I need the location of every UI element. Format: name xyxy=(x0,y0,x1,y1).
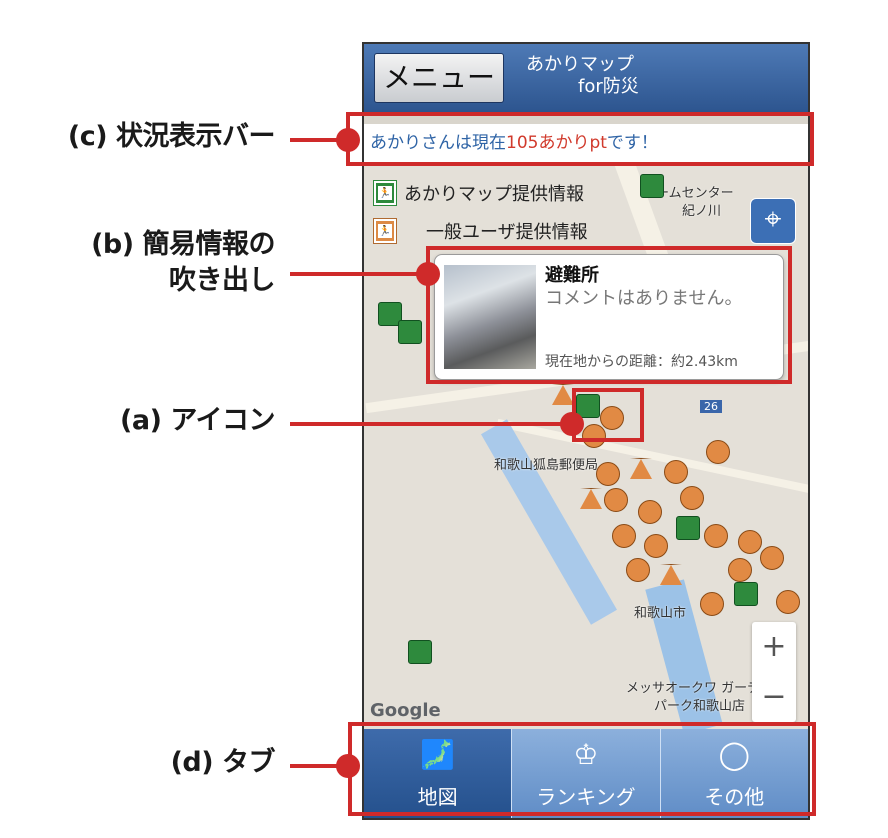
caution-marker[interactable] xyxy=(630,458,652,479)
app-title-line1: あかりマップ xyxy=(526,54,634,75)
aed-marker[interactable] xyxy=(408,640,432,664)
annotation-b-frame xyxy=(426,246,792,384)
facility-marker[interactable] xyxy=(596,462,620,486)
legend-provided-label: あかりマップ提供情報 xyxy=(404,184,584,205)
caution-marker[interactable] xyxy=(580,488,602,509)
evacuation-orange-icon: 🏃 xyxy=(373,218,397,244)
place-label: ームセンター xyxy=(656,186,734,201)
annotation-a-leader xyxy=(290,422,580,426)
facility-marker[interactable] xyxy=(638,500,662,524)
aed-marker[interactable] xyxy=(640,174,664,198)
facility-marker[interactable] xyxy=(612,524,636,548)
facility-marker[interactable] xyxy=(604,488,628,512)
facility-marker[interactable] xyxy=(664,460,688,484)
legend-user-label: 一般ユーザ提供情報 xyxy=(426,222,588,243)
caution-marker[interactable] xyxy=(552,384,574,405)
annotation-b-leader xyxy=(290,272,430,276)
app-title-line2: for防災 xyxy=(578,76,639,97)
facility-marker[interactable] xyxy=(700,592,724,616)
facility-marker[interactable] xyxy=(706,440,730,464)
annotation-d-dot xyxy=(336,754,360,778)
app-title: あかりマップ for防災 xyxy=(526,54,639,98)
place-label: 和歌山狐島郵便局 xyxy=(494,458,599,473)
facility-marker[interactable] xyxy=(626,558,650,582)
annotation-b-label-line1: (b) 簡易情報の xyxy=(91,229,275,260)
facility-marker[interactable] xyxy=(728,558,752,582)
river xyxy=(481,419,617,625)
google-attribution: Google xyxy=(370,700,441,721)
facility-marker[interactable] xyxy=(738,530,762,554)
legend-provided: 🏃 あかりマップ提供情報 xyxy=(373,180,584,206)
menu-button[interactable]: メニュー xyxy=(374,53,504,103)
zoom-control: + − xyxy=(752,622,796,722)
place-label: 和歌山市 xyxy=(634,606,687,621)
aed-marker[interactable] xyxy=(398,320,422,344)
evacuation-marker[interactable] xyxy=(734,582,758,606)
annotation-c-frame xyxy=(346,112,814,166)
annotation-a-dot xyxy=(560,412,584,436)
annotation-d-frame xyxy=(348,722,816,816)
place-label: 紀ノ川 xyxy=(682,204,722,219)
caution-marker[interactable] xyxy=(660,564,682,585)
locate-button[interactable]: ⌖ xyxy=(750,198,796,244)
title-bar: メニュー あかりマップ for防災 xyxy=(364,44,808,112)
evacuation-marker[interactable] xyxy=(676,516,700,540)
annotation-c-dot xyxy=(336,128,360,152)
place-label: パーク和歌山店 xyxy=(654,699,746,714)
route-label: 26 xyxy=(700,400,722,413)
legend-user: 🏃 一般ユーザ提供情報 xyxy=(373,218,588,244)
annotation-c-label: (c) 状況表示バー xyxy=(67,121,276,152)
zoom-in-button[interactable]: + xyxy=(752,622,796,672)
facility-marker[interactable] xyxy=(680,486,704,510)
facility-marker[interactable] xyxy=(644,534,668,558)
facility-marker[interactable] xyxy=(760,546,784,570)
annotation-b-label-line2: 吹き出し xyxy=(169,265,276,296)
annotation-d-label: (d) タブ xyxy=(170,747,276,778)
evacuation-green-icon: 🏃 xyxy=(373,180,397,206)
annotation-a-frame xyxy=(572,388,644,442)
zoom-out-button[interactable]: − xyxy=(752,672,796,722)
facility-marker[interactable] xyxy=(776,590,800,614)
annotation-a-label: (a) アイコン xyxy=(120,405,275,436)
annotation-b-dot xyxy=(416,262,440,286)
facility-marker[interactable] xyxy=(704,524,728,548)
